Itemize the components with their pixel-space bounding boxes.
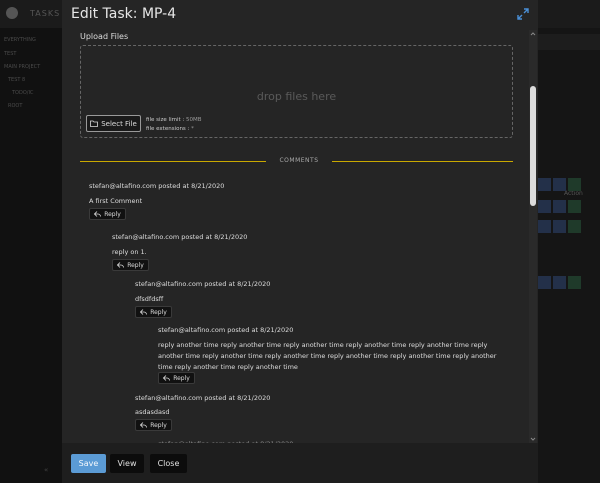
size-limit-label: file size limit : <box>146 117 185 123</box>
scroll-down-icon[interactable] <box>530 436 536 442</box>
comment-text: A first Comment <box>89 197 143 205</box>
reply-button[interactable]: Reply <box>135 419 172 431</box>
app-sidebar: EVERYTHING TEST MAIN PROJECT TEST 8 TODO… <box>0 28 62 483</box>
comment-meta: stefan@altafino.com posted at 8/21/2020 <box>135 394 271 402</box>
drop-files-text: drop files here <box>256 90 337 103</box>
scrollbar-thumb[interactable] <box>530 86 536 206</box>
sidebar-item: TEST 8 <box>8 77 26 83</box>
size-limit-value: 50MB <box>186 117 202 123</box>
reply-label: Reply <box>173 374 190 382</box>
modal-scrollbar[interactable] <box>529 30 537 443</box>
reply-label: Reply <box>150 308 167 316</box>
select-file-button[interactable]: Select File <box>86 115 141 132</box>
upload-files-label: Upload Files <box>80 32 129 41</box>
reply-icon <box>163 375 171 381</box>
comments-heading: COMMENTS <box>279 157 319 164</box>
comments-divider-right <box>332 161 513 162</box>
comment-meta: stefan@altafino.com posted at 8/21/2020 <box>112 233 248 241</box>
comment-text: dfsdfdsff <box>135 295 164 303</box>
folder-icon <box>90 120 99 127</box>
reply-label: Reply <box>127 261 144 269</box>
table-header-action: Action <box>564 190 583 197</box>
file-info: file size limit : 50MB file extensions :… <box>146 116 202 134</box>
expand-icon[interactable] <box>517 8 529 20</box>
close-button[interactable]: Close <box>150 454 187 473</box>
reply-icon <box>140 309 148 315</box>
modal-title: Edit Task: MP-4 <box>71 6 177 22</box>
file-dropzone[interactable]: drop files here Select File file size li… <box>80 45 513 138</box>
sidebar-item: EVERYTHING <box>4 37 36 43</box>
app-logo-icon <box>6 7 18 19</box>
save-button[interactable]: Save <box>71 454 106 473</box>
sidebar-item: TEST <box>4 51 17 57</box>
comments-divider-left <box>80 161 266 162</box>
reply-label: Reply <box>104 210 121 218</box>
scroll-up-icon[interactable] <box>530 31 536 37</box>
modal-body[interactable]: Upload Files drop files here Select File… <box>62 30 538 443</box>
extensions-label: file extensions : <box>146 126 190 132</box>
sidebar-collapse-icon: « <box>44 466 49 474</box>
select-file-label: Select File <box>101 119 137 128</box>
comment-text: reply another time reply another time re… <box>158 341 497 371</box>
reply-button[interactable]: Reply <box>135 306 172 318</box>
sidebar-item: ROOT <box>8 103 23 109</box>
view-button[interactable]: View <box>110 454 144 473</box>
sidebar-item: MAIN PROJECT <box>4 64 41 70</box>
comment-meta: stefan@altafino.com posted at 8/21/2020 <box>89 182 225 190</box>
background-table: Action <box>538 28 600 483</box>
reply-button[interactable]: Reply <box>112 259 149 271</box>
comment-text: reply on 1. <box>112 248 147 256</box>
app-name: TASKS <box>30 9 61 18</box>
modal-header: Edit Task: MP-4 <box>62 0 538 30</box>
comment-meta: stefan@altafino.com posted at 8/21/2020 <box>135 280 271 288</box>
reply-icon <box>117 262 125 268</box>
modal-footer: Save View Close <box>62 443 538 483</box>
edit-task-modal: Edit Task: MP-4 Upload Files drop files … <box>62 0 538 483</box>
sidebar-item: TODO/IC <box>12 90 34 96</box>
reply-icon <box>140 422 148 428</box>
comment-text: asdasdasd <box>135 408 170 416</box>
reply-icon <box>94 211 102 217</box>
reply-label: Reply <box>150 421 167 429</box>
reply-button[interactable]: Reply <box>89 208 126 220</box>
reply-button[interactable]: Reply <box>158 372 195 384</box>
extensions-value: * <box>191 126 194 132</box>
comment-meta: stefan@altafino.com posted at 8/21/2020 <box>158 326 294 334</box>
